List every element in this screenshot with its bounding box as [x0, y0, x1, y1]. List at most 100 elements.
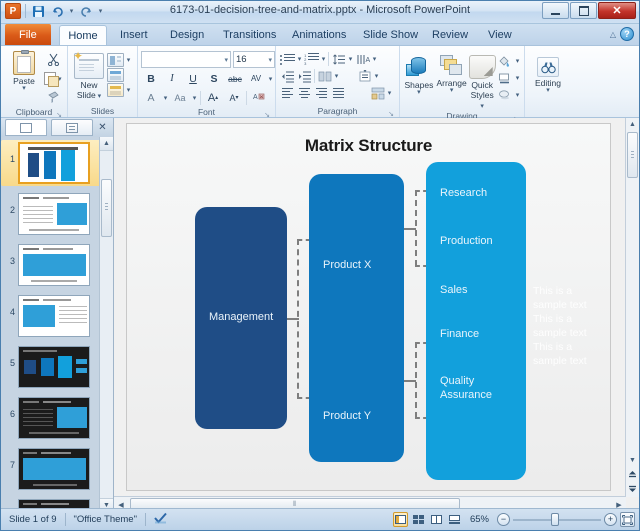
shrink-font-button[interactable]: A ▾ [224, 89, 244, 106]
thumbnail-slide-1[interactable]: 1 [1, 140, 101, 186]
shape-outline-dropdown-icon[interactable]: ▾ [514, 74, 521, 82]
minimize-ribbon-icon[interactable]: △ [610, 30, 616, 39]
shape-fill-dropdown-icon[interactable]: ▾ [514, 57, 521, 65]
tab-transitions[interactable]: Transitions [214, 25, 285, 45]
columns-dropdown-icon[interactable]: ▾ [333, 72, 340, 80]
zoom-slider-handle[interactable] [551, 513, 559, 526]
font-name-input[interactable]: ▾ [141, 51, 231, 68]
shape-outline-button[interactable]: ▾ [496, 70, 521, 85]
bullets-dropdown-icon[interactable]: ▾ [296, 55, 303, 63]
panel-scrollbar[interactable]: ▲ ▼ [99, 137, 113, 512]
minimize-button[interactable] [542, 2, 569, 19]
section-dropdown-icon[interactable]: ▾ [125, 86, 132, 94]
sample-text-placeholder[interactable]: This is a sample text This is a sample t… [533, 284, 593, 368]
editing-button[interactable]: Editing ▾ [528, 54, 568, 94]
zoom-level[interactable]: 65% [465, 514, 494, 525]
scroll-down-button[interactable]: ▼ [626, 454, 639, 467]
new-slide-dropdown-icon[interactable]: ▾ [96, 93, 102, 100]
thumbnail-slide-2[interactable]: 2 [1, 191, 101, 237]
text-shadow-button[interactable]: S [204, 70, 224, 87]
align-right-button[interactable] [313, 85, 330, 101]
arrange-dropdown-icon[interactable]: ▾ [450, 87, 454, 94]
tab-slide-show[interactable]: Slide Show [354, 25, 427, 45]
font-color-button[interactable]: A [141, 89, 161, 106]
quick-styles-dropdown-icon[interactable]: ▾ [480, 103, 484, 110]
line-spacing-button[interactable] [330, 51, 347, 67]
close-panel-button[interactable]: ✕ [96, 121, 109, 134]
thumbnail-slide-6[interactable]: 6 [1, 395, 101, 441]
arrange-button[interactable]: Arrange ▾ [435, 52, 469, 94]
section-button[interactable]: ▾ [107, 83, 132, 97]
outline-tab[interactable] [51, 119, 93, 136]
font-size-dropdown-icon[interactable]: ▾ [266, 56, 272, 64]
shapes-button[interactable]: Shapes ▾ [403, 52, 435, 96]
increase-indent-button[interactable] [296, 68, 313, 84]
tab-view[interactable]: View [479, 25, 521, 45]
cut-button[interactable] [44, 51, 63, 68]
slide-show-button[interactable] [447, 512, 462, 527]
shape-effects-button[interactable]: ▾ [496, 87, 521, 102]
character-spacing-dropdown-icon[interactable]: ▾ [267, 75, 274, 83]
slides-tab[interactable] [5, 119, 47, 136]
normal-view-button[interactable] [392, 512, 408, 527]
decrease-indent-button[interactable] [279, 68, 296, 84]
font-size-input[interactable]: 16 ▾ [233, 51, 275, 68]
tab-home[interactable]: Home [59, 25, 107, 45]
zoom-slider[interactable] [513, 513, 601, 526]
tab-design[interactable]: Design [161, 25, 213, 45]
clipboard-dialog-launcher[interactable]: ↘ [55, 110, 63, 119]
vertical-scroll-thumb[interactable] [627, 132, 638, 178]
thumbnail-slide-4[interactable]: 4 [1, 293, 101, 339]
next-slide-button[interactable] [626, 482, 639, 495]
vertical-scrollbar[interactable]: ▲ ▼ [625, 118, 639, 497]
editing-dropdown-icon[interactable]: ▾ [546, 87, 550, 94]
align-center-button[interactable] [296, 85, 313, 101]
strikethrough-button[interactable]: abc [225, 70, 245, 87]
quick-styles-button[interactable]: Quick Styles ▾ [468, 52, 496, 110]
line-spacing-dropdown-icon[interactable]: ▾ [347, 55, 354, 63]
copy-button[interactable]: ▾ [44, 70, 63, 87]
scroll-up-button[interactable]: ▲ [626, 118, 639, 131]
close-button[interactable]: ✕ [598, 2, 636, 19]
text-direction-dropdown-icon[interactable]: ▾ [371, 55, 378, 63]
font-color-dropdown-icon[interactable]: ▾ [162, 94, 169, 102]
bullets-button[interactable] [279, 51, 296, 67]
change-case-button[interactable]: Aa [170, 89, 190, 106]
tab-file[interactable]: File [5, 24, 51, 45]
zoom-in-button[interactable]: + [604, 513, 617, 526]
panel-scroll-up-button[interactable]: ▲ [100, 137, 113, 151]
maximize-button[interactable] [570, 2, 597, 19]
help-icon[interactable]: ? [620, 27, 634, 41]
convert-to-smartart-button[interactable] [369, 85, 386, 101]
slide-canvas[interactable]: Matrix Structure Management Product X Pr… [126, 123, 611, 491]
shape-fill-button[interactable]: ▾ [496, 53, 521, 68]
text-direction-button[interactable]: A [354, 51, 371, 67]
shape-products[interactable]: Product X Product Y [309, 174, 404, 462]
tab-animations[interactable]: Animations [283, 25, 355, 45]
reading-view-button[interactable] [429, 512, 444, 527]
clear-formatting-button[interactable]: A [249, 89, 269, 106]
reset-button[interactable] [107, 68, 132, 82]
previous-slide-button[interactable] [626, 468, 639, 481]
shape-management[interactable]: Management [195, 207, 287, 429]
numbering-dropdown-icon[interactable]: ▾ [320, 55, 327, 63]
italic-button[interactable]: I [162, 70, 182, 87]
tab-review[interactable]: Review [423, 25, 477, 45]
spell-check-icon[interactable] [146, 512, 176, 528]
bold-button[interactable]: B [141, 70, 161, 87]
slide-indicator[interactable]: Slide 1 of 9 [1, 514, 65, 525]
slide-title[interactable]: Matrix Structure [127, 136, 610, 156]
shapes-dropdown-icon[interactable]: ▾ [417, 89, 421, 96]
theme-indicator[interactable]: "Office Theme" [66, 514, 145, 525]
panel-scroll-thumb[interactable] [101, 179, 112, 237]
convert-to-smartart-dropdown-icon[interactable]: ▾ [386, 89, 393, 97]
paragraph-dialog-launcher[interactable]: ↘ [387, 109, 395, 118]
align-left-button[interactable] [279, 85, 296, 101]
paste-dropdown-icon[interactable]: ▾ [22, 85, 26, 92]
fit-slide-to-window-button[interactable] [620, 512, 635, 527]
columns-button[interactable] [316, 68, 333, 84]
shape-effects-dropdown-icon[interactable]: ▾ [514, 91, 521, 99]
tab-insert[interactable]: Insert [111, 25, 157, 45]
layout-dropdown-icon[interactable]: ▾ [125, 56, 132, 64]
format-painter-button[interactable] [44, 89, 63, 106]
